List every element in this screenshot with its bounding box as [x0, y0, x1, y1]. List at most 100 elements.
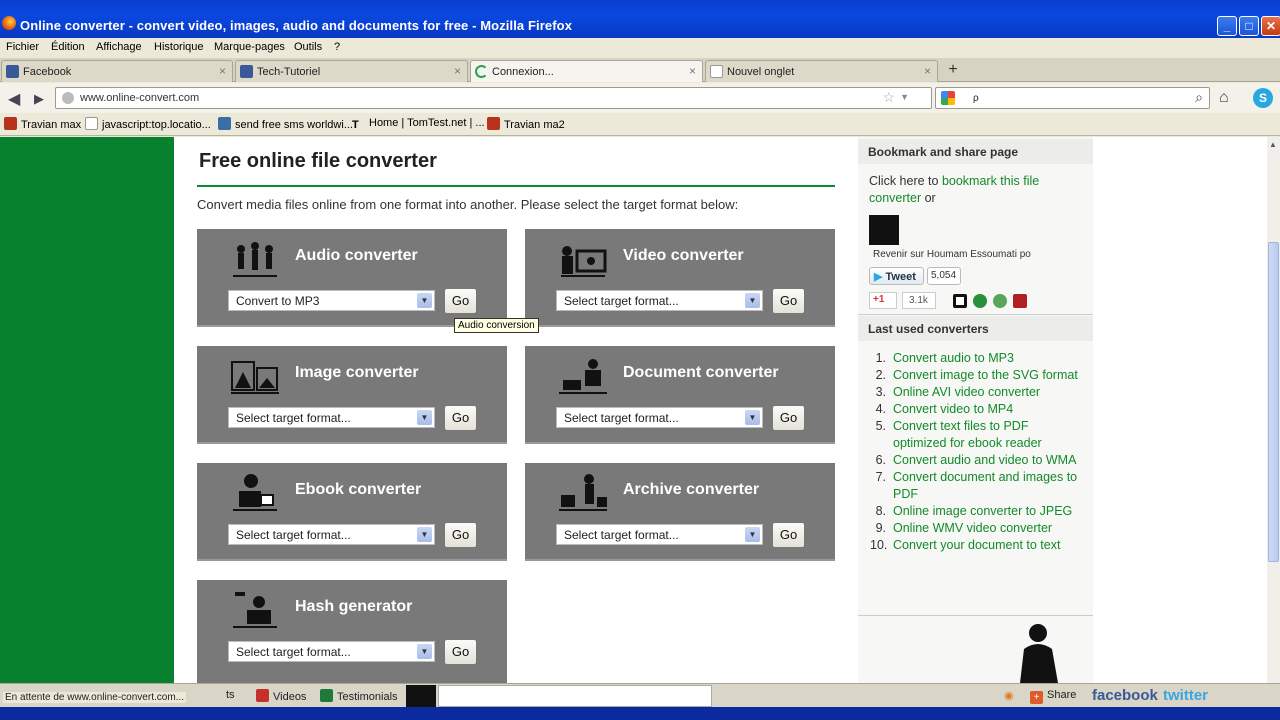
image-format-select[interactable]: Select target format... ▼ [228, 407, 435, 428]
bookmark-send-sms[interactable]: send free sms worldwi... [218, 117, 353, 131]
list-number: 4. [875, 402, 886, 416]
audio-go-button[interactable]: Go [444, 288, 477, 314]
minimize-button[interactable]: _ [1217, 16, 1237, 36]
ebook-go-button[interactable]: Go [444, 522, 477, 548]
menu-help[interactable]: ? [334, 41, 340, 53]
last-used-link[interactable]: Convert your document to text [893, 538, 1060, 552]
menu-outils[interactable]: Outils [294, 41, 322, 53]
last-used-link[interactable]: Online AVI video converter [893, 385, 1040, 399]
dancers-icon [233, 242, 277, 277]
tweet-button[interactable]: ▶ Tweet [869, 267, 924, 285]
share-link[interactable]: + Share [1030, 689, 1076, 704]
share-plus-icon: + [1030, 691, 1043, 704]
tab-nouvel-onglet[interactable]: Nouvel onglet × [705, 60, 938, 82]
tab-label: Facebook [23, 66, 72, 78]
bookmark-javascript[interactable]: javascript:top.locatio... [85, 117, 211, 131]
last-used-link[interactable]: Online image converter to JPEG [893, 504, 1072, 518]
reader-desk-icon [559, 359, 607, 394]
videos-link[interactable]: Videos [256, 689, 306, 703]
hash-format-select[interactable]: Select target format... ▼ [228, 641, 435, 662]
select-value: Select target format... [236, 645, 351, 659]
share-people-icon[interactable] [993, 294, 1007, 308]
intro-text: Convert media files online from one form… [197, 197, 739, 212]
close-tab-icon[interactable]: × [219, 64, 226, 78]
last-used-link[interactable]: Convert audio to MP3 [893, 351, 1014, 365]
twitter-logo[interactable]: twitter [1163, 687, 1208, 704]
menu-edition[interactable]: Édition [51, 41, 85, 53]
page-content: Free online file converter Convert media… [0, 137, 1267, 683]
bookmark-tomtest[interactable]: T Home | TomTest.net | ... [352, 117, 485, 132]
google-plus-button[interactable]: +1 [869, 292, 897, 309]
tab-tech-tutoriel[interactable]: Tech-Tutoriel × [235, 60, 468, 82]
forward-arrow-icon[interactable]: ▶ [34, 91, 44, 107]
last-used-link[interactable]: Convert video to MP4 [893, 402, 1013, 416]
window-titlebar: Online converter - convert video, images… [0, 0, 1280, 38]
menu-affichage[interactable]: Affichage [96, 41, 142, 53]
scrollbar-thumb[interactable] [1268, 242, 1279, 562]
last-used-link[interactable]: Online WMV video converter [893, 521, 1052, 535]
delicious-icon[interactable] [953, 294, 967, 308]
select-value: Select target format... [236, 528, 351, 542]
last-used-link[interactable]: Convert image to the SVG format [893, 368, 1078, 382]
status-text: En attente de www.online-convert.com... [3, 692, 186, 703]
document-format-select[interactable]: Select target format... ▼ [556, 407, 763, 428]
tab-facebook[interactable]: Facebook × [1, 60, 233, 82]
close-tab-icon[interactable]: × [924, 64, 931, 78]
page-title: Free online file converter [199, 150, 437, 172]
audio-format-select[interactable]: Convert to MP3 ▼ [228, 290, 435, 311]
bookmark-label: Travian ma2 [504, 119, 565, 131]
os-taskbar [0, 707, 1280, 720]
revenir-text[interactable]: Revenir sur Houmam Essoumati po [873, 249, 1031, 260]
archive-go-button[interactable]: Go [772, 522, 805, 548]
bookmark-travian-ma2[interactable]: Travian ma2 [487, 117, 565, 131]
video-go-button[interactable]: Go [772, 288, 805, 314]
converter-title: Document converter [623, 364, 779, 381]
image-go-button[interactable]: Go [444, 405, 477, 431]
menu-marque-pages[interactable]: Marque-pages [214, 41, 285, 53]
document-go-button[interactable]: Go [772, 405, 805, 431]
scroll-up-icon[interactable]: ▲ [1269, 140, 1277, 149]
tooltip: Audio conversion [454, 318, 539, 333]
grid-share-icon[interactable] [1013, 294, 1027, 308]
menu-fichier[interactable]: Fichier [6, 41, 39, 53]
status-partial-text: ts [226, 689, 235, 701]
image-converter-panel: Image converter Select target format... ▼… [197, 346, 507, 444]
last-used-header: Last used converters [858, 316, 1093, 341]
search-input[interactable]: ρ ⌕ [935, 87, 1210, 109]
last-used-link[interactable]: Convert audio and video to WMA [893, 453, 1076, 467]
tab-connexion[interactable]: Connexion... × [470, 60, 703, 82]
vertical-scrollbar[interactable]: ▲ [1267, 137, 1280, 683]
stumbleupon-icon[interactable] [973, 294, 987, 308]
addon-input-field[interactable] [438, 685, 712, 707]
last-used-link[interactable]: Convert document and images to PDF [893, 470, 1077, 501]
rss-icon[interactable]: ◉ [1004, 689, 1014, 702]
video-format-select[interactable]: Select target format... ▼ [556, 290, 763, 311]
menu-historique[interactable]: Historique [154, 41, 204, 53]
new-tab-button[interactable]: + [942, 60, 964, 81]
facebook-logo[interactable]: facebook [1092, 687, 1158, 704]
url-bar[interactable]: www.online-convert.com ☆ ▼ [55, 87, 932, 109]
search-icon[interactable]: ⌕ [1195, 89, 1203, 106]
close-tab-icon[interactable]: × [454, 64, 461, 78]
chevron-down-icon[interactable]: ▼ [900, 92, 909, 102]
close-tab-icon[interactable]: × [689, 64, 696, 78]
travian-icon [4, 117, 17, 130]
hash-go-button[interactable]: Go [444, 639, 477, 665]
skype-icon[interactable]: S [1253, 88, 1273, 108]
star-bookmark-icon[interactable]: ☆ [882, 89, 895, 106]
converter-title: Archive converter [623, 481, 760, 498]
ebook-format-select[interactable]: Select target format... ▼ [228, 524, 435, 545]
close-window-button[interactable]: ✕ [1261, 16, 1280, 36]
window-title: Online converter - convert video, images… [20, 18, 573, 33]
maximize-button[interactable]: □ [1239, 16, 1259, 36]
back-arrow-icon[interactable]: ◀ [8, 89, 20, 109]
last-used-link[interactable]: Convert text files to PDF optimized for … [893, 419, 1042, 450]
bookmark-travian-max[interactable]: Travian max [4, 117, 81, 131]
testimonials-link[interactable]: Testimonials [320, 689, 398, 703]
image-frames-icon [231, 361, 279, 394]
list-number: 8. [875, 504, 886, 518]
home-icon[interactable]: ⌂ [1219, 89, 1229, 107]
status-bar: ts Videos Testimonials ◉ + Share facebook… [0, 683, 1280, 707]
archive-format-select[interactable]: Select target format... ▼ [556, 524, 763, 545]
profile-thumbnail[interactable] [869, 215, 899, 245]
